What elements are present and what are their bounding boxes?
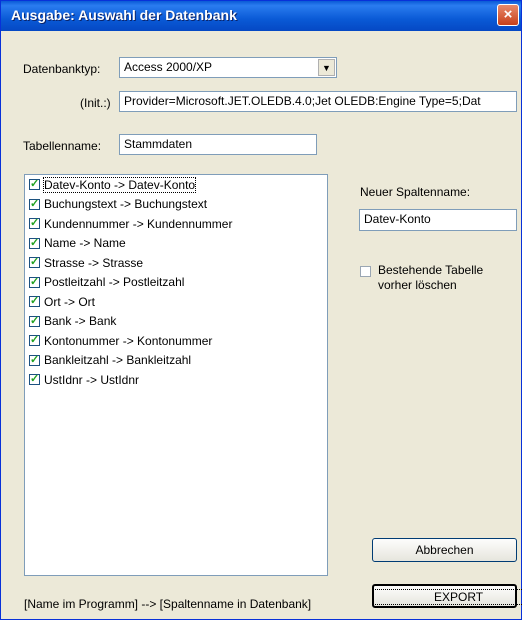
list-item-label: Buchungstext -> Buchungstext (44, 197, 208, 212)
list-item-label: Datev-Konto -> Datev-Konto (42, 176, 197, 193)
checkbox-icon[interactable] (360, 266, 371, 277)
window-title: Ausgabe: Auswahl der Datenbank (11, 7, 237, 23)
list-item[interactable]: ✓ Name -> Name (25, 234, 327, 254)
checkmark-icon: ✓ (30, 314, 40, 327)
checkbox-icon[interactable]: ✓ (29, 217, 40, 230)
list-item[interactable]: ✓ UstIdnr -> UstIdnr (25, 370, 327, 390)
checkbox-icon[interactable]: ✓ (29, 197, 40, 210)
cancel-button-label: Abbrechen (415, 543, 474, 557)
checkbox-icon[interactable]: ✓ (29, 178, 40, 191)
list-item-label: Name -> Name (44, 236, 126, 251)
close-button[interactable]: × (497, 4, 519, 26)
list-item-label: UstIdnr -> UstIdnr (44, 372, 140, 387)
list-item[interactable]: ✓ Datev-Konto -> Datev-Konto (25, 175, 327, 195)
list-item-label: Strasse -> Strasse (44, 255, 144, 270)
checkmark-icon: ✓ (30, 275, 40, 288)
list-item[interactable]: ✓ Postleitzahl -> Postleitzahl (25, 273, 327, 293)
chevron-down-icon[interactable]: ▼ (318, 59, 335, 76)
neuer-spaltenname-input[interactable]: Datev-Konto (359, 209, 517, 231)
list-item[interactable]: ✓ Ort -> Ort (25, 292, 327, 312)
list-item-label: Kundennummer -> Kundennummer (44, 216, 233, 231)
checkbox-icon[interactable]: ✓ (29, 373, 40, 386)
list-item-label: Kontonummer -> Kontonummer (44, 333, 213, 348)
checkmark-icon: ✓ (30, 197, 40, 210)
checkbox-icon[interactable]: ✓ (29, 314, 40, 327)
checkmark-icon: ✓ (30, 334, 40, 347)
list-item[interactable]: ✓ Buchungstext -> Buchungstext (25, 195, 327, 215)
checkmark-icon: ✓ (30, 373, 40, 386)
tabellenname-label: Tabellenname: (23, 139, 102, 153)
tabellenname-value: Stammdaten (124, 137, 193, 151)
checkmark-icon: ✓ (30, 236, 40, 249)
neuer-spaltenname-value: Datev-Konto (364, 212, 431, 226)
neuer-spaltenname-label: Neuer Spaltenname: (360, 185, 471, 199)
datenbanktyp-value: Access 2000/XP (124, 60, 213, 74)
init-string-field[interactable]: Provider=Microsoft.JET.OLEDB.4.0;Jet OLE… (119, 91, 517, 112)
checkmark-icon: ✓ (30, 256, 40, 269)
checkbox-icon[interactable]: ✓ (29, 353, 40, 366)
init-string-value: Provider=Microsoft.JET.OLEDB.4.0;Jet OLE… (124, 94, 481, 108)
delete-table-label-line1: Bestehende Tabelle (378, 263, 484, 277)
column-mapping-list[interactable]: ✓ Datev-Konto -> Datev-Konto ✓ Buchungstext… (24, 174, 328, 576)
checkmark-icon: ✓ (30, 178, 40, 191)
close-icon: × (503, 6, 513, 23)
datenbanktyp-label: Datenbanktyp: (23, 62, 101, 76)
list-item[interactable]: ✓ Bankleitzahl -> Bankleitzahl (25, 351, 327, 371)
export-button[interactable]: EXPORT (372, 584, 522, 608)
title-bar[interactable]: Ausgabe: Auswahl der Datenbank × (1, 1, 521, 31)
list-item[interactable]: ✓ Bank -> Bank (25, 312, 327, 332)
checkbox-icon[interactable]: ✓ (29, 256, 40, 269)
list-item[interactable]: ✓ Kontonummer -> Kontonummer (25, 331, 327, 351)
tabellenname-input[interactable]: Stammdaten (119, 134, 317, 155)
list-item-label: Bankleitzahl -> Bankleitzahl (44, 353, 192, 368)
checkmark-icon: ✓ (30, 353, 40, 366)
datenbanktyp-select[interactable]: Access 2000/XP ▼ (119, 57, 337, 78)
checkbox-icon[interactable]: ✓ (29, 236, 40, 249)
checkmark-icon: ✓ (30, 295, 40, 308)
checkbox-icon[interactable]: ✓ (29, 275, 40, 288)
list-item[interactable]: ✓ Strasse -> Strasse (25, 253, 327, 273)
cancel-button[interactable]: Abbrechen (372, 538, 517, 562)
list-item-label: Bank -> Bank (44, 314, 117, 329)
checkmark-icon: ✓ (30, 217, 40, 230)
list-item-label: Ort -> Ort (44, 294, 95, 309)
mapping-legend: [Name im Programm] --> [Spaltenname in D… (24, 597, 312, 611)
export-button-label: EXPORT (372, 589, 522, 605)
list-item[interactable]: ✓ Kundennummer -> Kundennummer (25, 214, 327, 234)
checkbox-icon[interactable]: ✓ (29, 295, 40, 308)
checkbox-icon[interactable]: ✓ (29, 334, 40, 347)
dialog-window: Ausgabe: Auswahl der Datenbank × Datenba… (0, 0, 522, 620)
delete-table-label-line2: vorher löschen (378, 278, 457, 292)
list-item-label: Postleitzahl -> Postleitzahl (44, 275, 185, 290)
init-label: (Init.:) (80, 96, 111, 110)
